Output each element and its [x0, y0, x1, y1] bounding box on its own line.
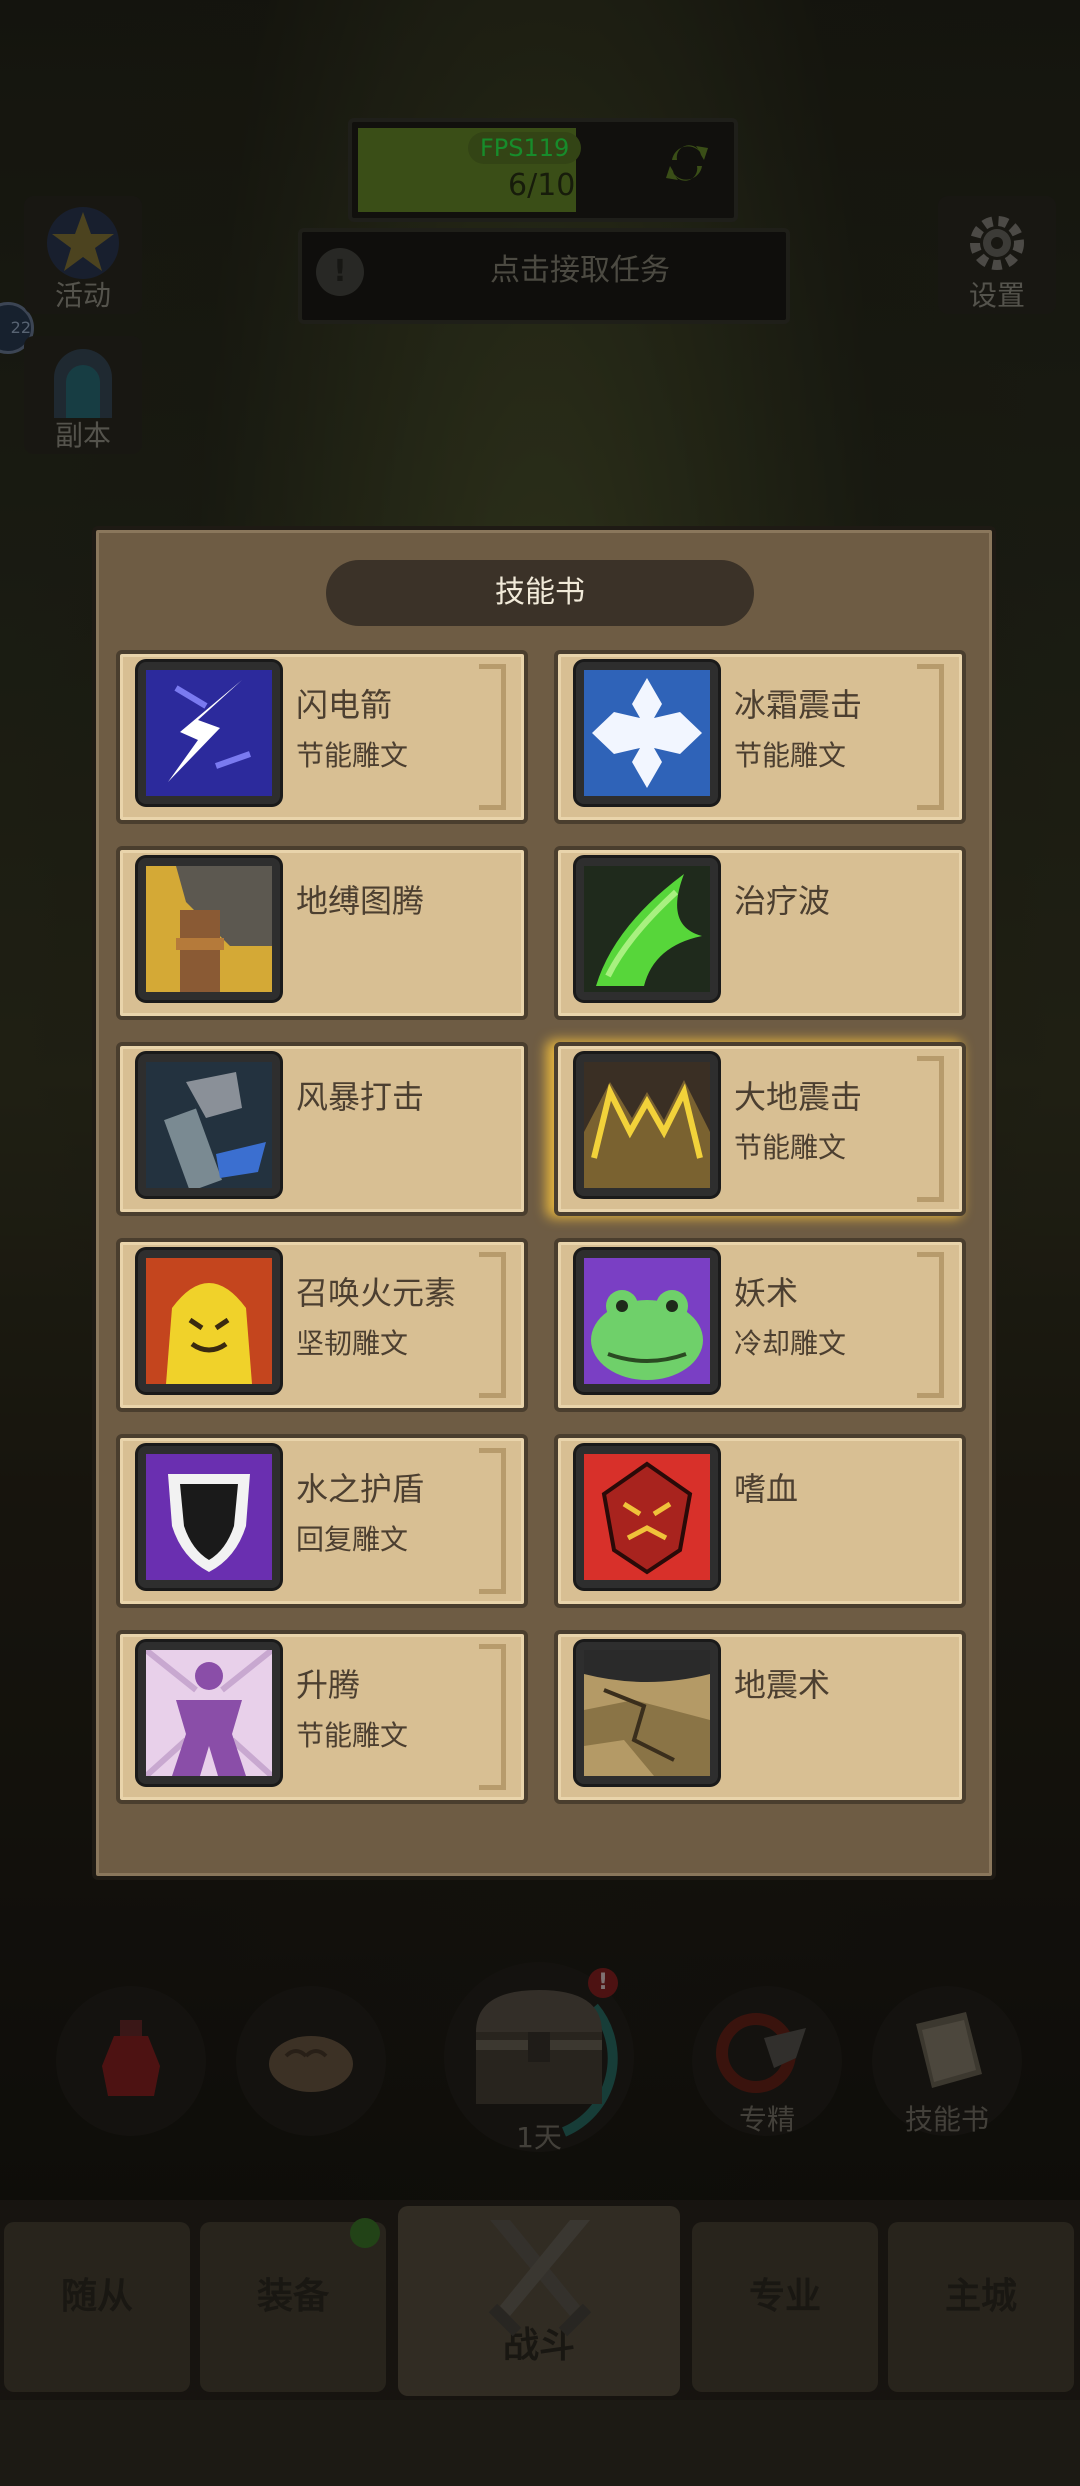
skill-name: 召唤火元素 [296, 1274, 457, 1312]
hex-frog-icon [584, 1258, 710, 1384]
skill-name: 冰霜震击 [734, 686, 863, 724]
skill-rune: 回复雕文 [296, 1523, 409, 1556]
lightning-bolt-icon [146, 670, 272, 796]
skill-icon-frame [576, 1054, 718, 1196]
skill-name: 风暴打击 [296, 1078, 425, 1116]
skill-icon-frame [138, 1446, 280, 1588]
skill-name: 治疗波 [734, 882, 831, 920]
skill-card[interactable]: 地缚图腾 [116, 846, 528, 1020]
skill-icon-frame [576, 858, 718, 1000]
fire-elemental-icon [146, 1258, 272, 1384]
skill-icon-frame [138, 1250, 280, 1392]
skill-card[interactable]: 风暴打击 [116, 1042, 528, 1216]
skill-icon-frame [576, 1446, 718, 1588]
skill-card[interactable]: 升腾 节能雕文 [116, 1630, 528, 1804]
skill-icon-frame [138, 858, 280, 1000]
skill-rune: 节能雕文 [734, 739, 847, 772]
skill-icon-frame [576, 662, 718, 804]
skill-icon-frame [138, 1642, 280, 1784]
skill-card[interactable]: 治疗波 [554, 846, 966, 1020]
earth-shock-icon [584, 1062, 710, 1188]
card-frame-decoration [917, 1056, 944, 1202]
bloodlust-icon [584, 1454, 710, 1580]
skill-card[interactable]: 大地震击 节能雕文 [554, 1042, 966, 1216]
skill-rune: 节能雕文 [296, 1719, 409, 1752]
skill-icon-frame [138, 1054, 280, 1196]
skill-card[interactable]: 水之护盾 回复雕文 [116, 1434, 528, 1608]
skill-card[interactable]: 召唤火元素 坚韧雕文 [116, 1238, 528, 1412]
card-frame-decoration [479, 664, 506, 810]
skill-name: 升腾 [296, 1666, 361, 1704]
skill-card[interactable]: 地震术 [554, 1630, 966, 1804]
skill-rune: 冷却雕文 [734, 1327, 847, 1360]
earthbind-totem-icon [146, 866, 272, 992]
ascendance-icon [146, 1650, 272, 1776]
skill-rune: 节能雕文 [734, 1131, 847, 1164]
card-frame-decoration [479, 1448, 506, 1594]
card-frame-decoration [917, 1252, 944, 1398]
earthquake-icon [584, 1650, 710, 1776]
skill-name: 水之护盾 [296, 1470, 425, 1508]
healing-wave-icon [584, 866, 710, 992]
modal-title: 技能书 [326, 560, 754, 626]
skill-card[interactable]: 妖术 冷却雕文 [554, 1238, 966, 1412]
water-shield-icon [146, 1454, 272, 1580]
skill-rune: 坚韧雕文 [296, 1327, 409, 1360]
skill-card[interactable]: 冰霜震击 节能雕文 [554, 650, 966, 824]
skill-name: 妖术 [734, 1274, 799, 1312]
skill-name: 闪电箭 [296, 686, 393, 724]
skill-name: 嗜血 [734, 1470, 799, 1508]
stormstrike-icon [146, 1062, 272, 1188]
skill-name: 地震术 [734, 1666, 831, 1704]
skill-icon-frame [576, 1250, 718, 1392]
card-frame-decoration [479, 1644, 506, 1790]
skill-icon-frame [576, 1642, 718, 1784]
frost-shock-icon [584, 670, 710, 796]
card-frame-decoration [479, 1252, 506, 1398]
skill-rune: 节能雕文 [296, 739, 409, 772]
skill-card[interactable]: 嗜血 [554, 1434, 966, 1608]
skill-name: 大地震击 [734, 1078, 863, 1116]
skill-card[interactable]: 闪电箭 节能雕文 [116, 650, 528, 824]
skill-icon-frame [138, 662, 280, 804]
card-frame-decoration [917, 664, 944, 810]
skill-name: 地缚图腾 [296, 882, 425, 920]
